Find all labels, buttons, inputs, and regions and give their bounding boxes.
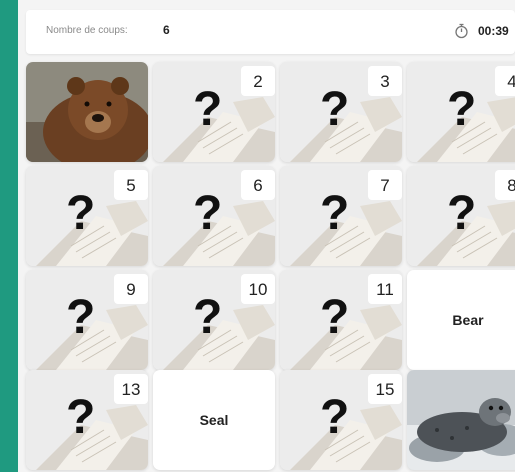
card-hidden[interactable]: ? 3 <box>280 62 402 162</box>
card-number: 13 <box>114 374 148 404</box>
card-number: 6 <box>241 170 275 200</box>
card-number: 7 <box>368 170 402 200</box>
game-header: Nombre de coups: 6 00:39 <box>26 10 515 54</box>
question-mark-icon: ? <box>66 391 96 444</box>
game-panel: Nombre de coups: 6 00:39 ? 2? 3? 4? 5? 6? 7? 8?… <box>18 0 515 472</box>
card-hidden[interactable]: ? 4 <box>407 62 515 162</box>
card-seal-photo[interactable] <box>407 370 515 470</box>
card-hidden[interactable]: ? 8 <box>407 166 515 266</box>
question-mark-icon: ? <box>320 391 350 444</box>
card-number: 4 <box>495 66 515 96</box>
question-mark-icon: ? <box>320 83 350 136</box>
question-mark-icon: ? <box>320 291 350 344</box>
card-hidden[interactable]: ? 7 <box>280 166 402 266</box>
card-word[interactable]: Bear <box>407 270 515 370</box>
moves-label: Nombre de coups: <box>46 25 128 36</box>
card-number: 3 <box>368 66 402 96</box>
question-mark-icon: ? <box>447 187 477 240</box>
card-hidden[interactable]: ? 9 <box>26 270 148 370</box>
moves-count: 6 <box>163 23 170 37</box>
card-number: 5 <box>114 170 148 200</box>
card-number: 2 <box>241 66 275 96</box>
card-bear-photo[interactable] <box>26 62 148 162</box>
timer-value: 00:39 <box>478 24 509 38</box>
card-number: 11 <box>368 274 402 304</box>
card-word-label: Bear <box>452 312 484 328</box>
card-number: 9 <box>114 274 148 304</box>
question-mark-icon: ? <box>320 187 350 240</box>
card-hidden[interactable]: ? 5 <box>26 166 148 266</box>
card-hidden[interactable]: ? 6 <box>153 166 275 266</box>
card-word-label: Seal <box>199 412 229 428</box>
question-mark-icon: ? <box>193 83 223 136</box>
card-number: 10 <box>241 274 275 304</box>
card-number: 8 <box>495 170 515 200</box>
card-hidden[interactable]: ? 11 <box>280 270 402 370</box>
card-word[interactable]: Seal <box>153 370 275 470</box>
question-mark-icon: ? <box>447 83 477 136</box>
card-hidden[interactable]: ? 15 <box>280 370 402 470</box>
question-mark-icon: ? <box>193 291 223 344</box>
card-number: 15 <box>368 374 402 404</box>
question-mark-icon: ? <box>66 187 96 240</box>
card-hidden[interactable]: ? 2 <box>153 62 275 162</box>
question-mark-icon: ? <box>193 187 223 240</box>
question-mark-icon: ? <box>66 291 96 344</box>
stopwatch-icon <box>454 23 469 39</box>
card-hidden[interactable]: ? 10 <box>153 270 275 370</box>
card-hidden[interactable]: ? 13 <box>26 370 148 470</box>
